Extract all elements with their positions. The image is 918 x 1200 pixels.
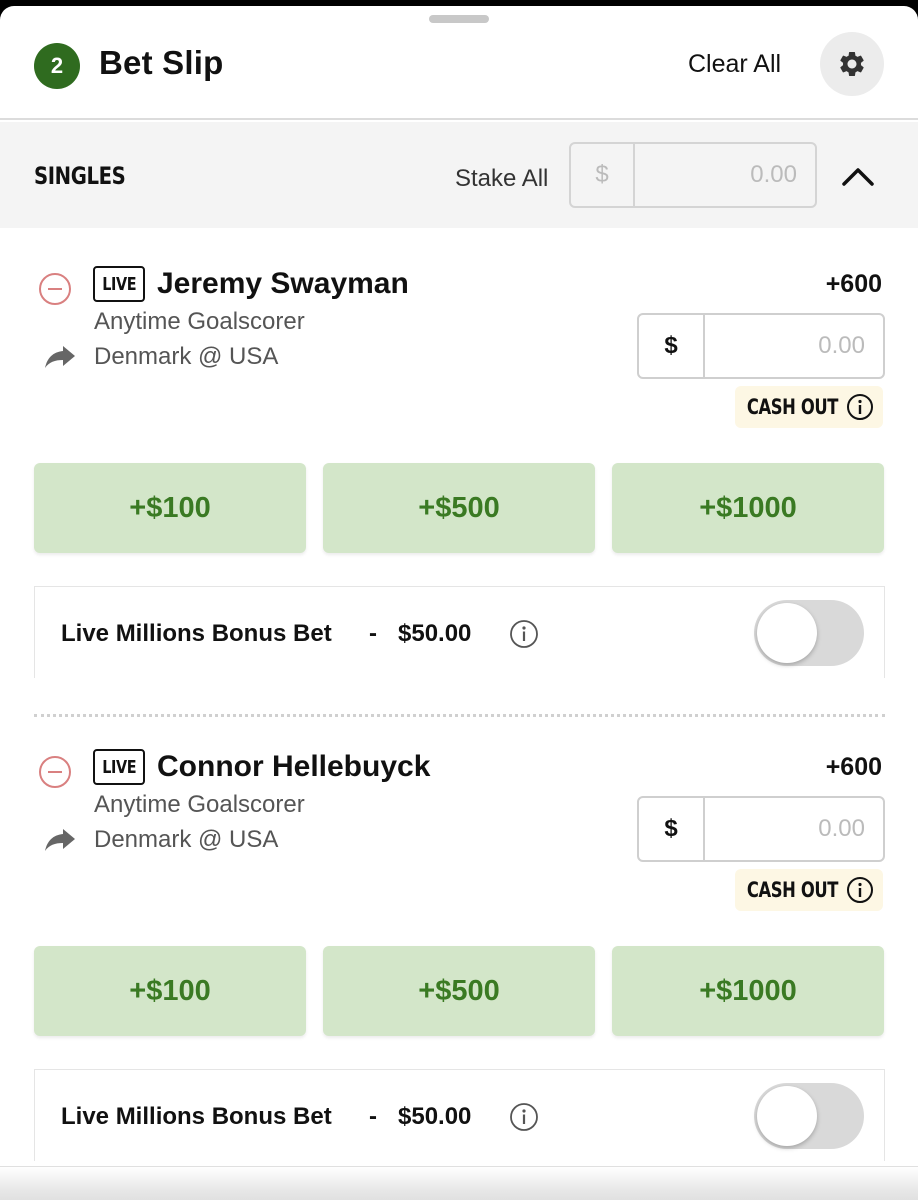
quick-stake-100-button[interactable]: +$100 (34, 946, 306, 1036)
remove-bet-button[interactable] (38, 272, 72, 306)
event-name: Denmark @ USA (94, 343, 279, 370)
gear-icon (840, 51, 864, 76)
odds-value: +600 (825, 753, 882, 781)
quick-stake-1000-button[interactable]: +$1000 (612, 946, 884, 1036)
info-icon[interactable] (509, 1102, 539, 1132)
market-name: Anytime Goalscorer (94, 308, 305, 335)
bonus-bet-label: Live Millions Bonus Bet (61, 1103, 332, 1130)
live-badge: LIVE (93, 749, 145, 785)
cash-out-label: CASH OUT (746, 878, 838, 902)
bonus-bet-row: Live Millions Bonus Bet - $50.00 (34, 586, 885, 678)
info-icon[interactable] (846, 876, 874, 904)
clear-all-button[interactable]: Clear All (688, 50, 781, 79)
bonus-bet-label: Live Millions Bonus Bet (61, 620, 332, 647)
bottom-panel-edge (0, 1166, 918, 1200)
bet-slip-header: 2 Bet Slip Clear All (0, 6, 918, 120)
odds-value: +600 (825, 270, 882, 298)
quick-stake-row: +$100 +$500 +$1000 (34, 946, 884, 1036)
page-title: Bet Slip (99, 44, 224, 81)
stake-input[interactable]: $ 0.00 (637, 313, 885, 379)
settings-button[interactable] (820, 32, 884, 96)
cash-out-badge[interactable]: CASH OUT (735, 386, 883, 428)
chevron-up-icon (842, 168, 874, 186)
bet-slip-sheet: 2 Bet Slip Clear All SINGLES Stake All $… (0, 6, 918, 1200)
bonus-bet-amount: $50.00 (398, 620, 472, 647)
stake-currency: $ (639, 315, 705, 377)
remove-bet-button[interactable] (38, 755, 72, 789)
stake-input[interactable]: $ 0.00 (637, 796, 885, 862)
singles-label: SINGLES (34, 162, 126, 190)
player-name: Connor Hellebuyck (157, 750, 431, 783)
quick-stake-1000-button[interactable]: +$1000 (612, 463, 884, 553)
live-badge: LIVE (93, 266, 145, 302)
toggle-knob (757, 603, 817, 663)
singles-section-header: SINGLES Stake All $ 0.00 (0, 122, 918, 228)
quick-stake-500-button[interactable]: +$500 (323, 463, 595, 553)
stake-value[interactable]: 0.00 (705, 315, 883, 377)
info-icon[interactable] (509, 619, 539, 649)
market-name: Anytime Goalscorer (94, 791, 305, 818)
player-name: Jeremy Swayman (157, 267, 409, 300)
bonus-bet-row: Live Millions Bonus Bet - $50.00 (34, 1069, 885, 1161)
bonus-bet-toggle[interactable] (754, 600, 864, 666)
stake-all-input[interactable]: $ 0.00 (569, 142, 817, 208)
bonus-bet-separator: - (369, 620, 377, 647)
stake-all-value[interactable]: 0.00 (635, 144, 815, 206)
collapse-singles-button[interactable] (836, 158, 880, 194)
stake-currency: $ (639, 798, 705, 860)
stake-value[interactable]: 0.00 (705, 798, 883, 860)
info-icon[interactable] (846, 393, 874, 421)
share-arrow-icon[interactable] (43, 344, 77, 370)
cash-out-label: CASH OUT (746, 395, 838, 419)
minus-circle-icon (39, 756, 71, 788)
share-arrow-icon[interactable] (43, 827, 77, 853)
stake-all-label: Stake All (455, 165, 549, 192)
event-name: Denmark @ USA (94, 826, 279, 853)
bet-divider (34, 714, 885, 717)
minus-circle-icon (39, 273, 71, 305)
toggle-knob (757, 1086, 817, 1146)
bonus-bet-amount: $50.00 (398, 1103, 472, 1130)
cash-out-badge[interactable]: CASH OUT (735, 869, 883, 911)
stake-all-currency: $ (571, 144, 635, 206)
bonus-bet-separator: - (369, 1103, 377, 1130)
quick-stake-100-button[interactable]: +$100 (34, 463, 306, 553)
bet-count-badge: 2 (34, 43, 80, 89)
bonus-bet-toggle[interactable] (754, 1083, 864, 1149)
quick-stake-row: +$100 +$500 +$1000 (34, 463, 884, 553)
quick-stake-500-button[interactable]: +$500 (323, 946, 595, 1036)
